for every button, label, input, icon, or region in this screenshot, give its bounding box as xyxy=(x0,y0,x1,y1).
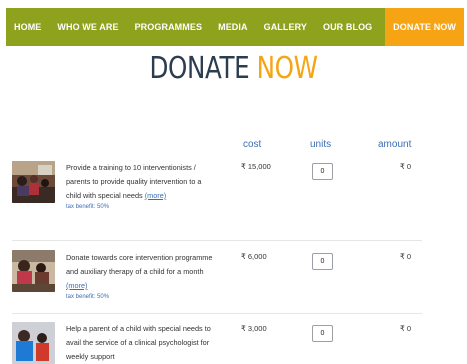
more-link[interactable]: (more) xyxy=(66,281,88,290)
units-input[interactable]: 0 xyxy=(312,163,333,180)
therapy-photo xyxy=(12,250,55,292)
row-divider xyxy=(12,313,422,314)
nav-media[interactable]: MEDIA xyxy=(210,8,256,46)
header-units: units xyxy=(310,139,332,150)
psychologist-photo xyxy=(12,322,55,364)
row-divider xyxy=(12,240,422,241)
row-cost: ₹ 3,000 xyxy=(241,324,267,333)
row-cost: ₹ 6,000 xyxy=(241,252,267,261)
nav-who-we-are[interactable]: WHO WE ARE xyxy=(49,8,126,46)
top-navigation: HOME WHO WE ARE PROGRAMMES MEDIA GALLERY… xyxy=(6,8,464,46)
more-link[interactable]: (more) xyxy=(145,191,167,200)
page-title-part1: DONATE xyxy=(149,51,250,86)
tax-benefit: tax benefit: 50% xyxy=(66,294,110,300)
page-title-part2: NOW xyxy=(256,51,318,86)
row-description: Donate towards core intervention program… xyxy=(66,251,216,301)
header-amount: amount xyxy=(378,139,412,150)
nav-home[interactable]: HOME xyxy=(6,8,49,46)
row-description: Help a parent of a child with special ne… xyxy=(66,322,216,364)
row-description-text: Provide a training to 10 interventionist… xyxy=(66,163,202,200)
row-amount: ₹ 0 xyxy=(400,324,412,333)
row-cost: ₹ 15,000 xyxy=(241,162,271,171)
nav-gallery[interactable]: GALLERY xyxy=(256,8,315,46)
units-input[interactable]: 0 xyxy=(312,253,333,270)
units-input[interactable]: 0 xyxy=(312,325,333,342)
page-title: DONATE NOW xyxy=(42,51,425,86)
row-amount: ₹ 0 xyxy=(400,162,412,171)
nav-programmes[interactable]: PROGRAMMES xyxy=(127,8,211,46)
row-description-text: Donate towards core intervention program… xyxy=(66,253,213,276)
tax-benefit: tax benefit: 50% xyxy=(66,204,110,210)
training-photo xyxy=(12,161,55,203)
row-amount: ₹ 0 xyxy=(400,252,412,261)
nav-donate-now[interactable]: DONATE NOW xyxy=(385,8,464,46)
row-description: Provide a training to 10 interventionist… xyxy=(66,161,216,211)
header-cost: cost xyxy=(243,139,262,150)
nav-our-blog[interactable]: OUR BLOG xyxy=(315,8,380,46)
row-description-text: Help a parent of a child with special ne… xyxy=(66,324,211,361)
